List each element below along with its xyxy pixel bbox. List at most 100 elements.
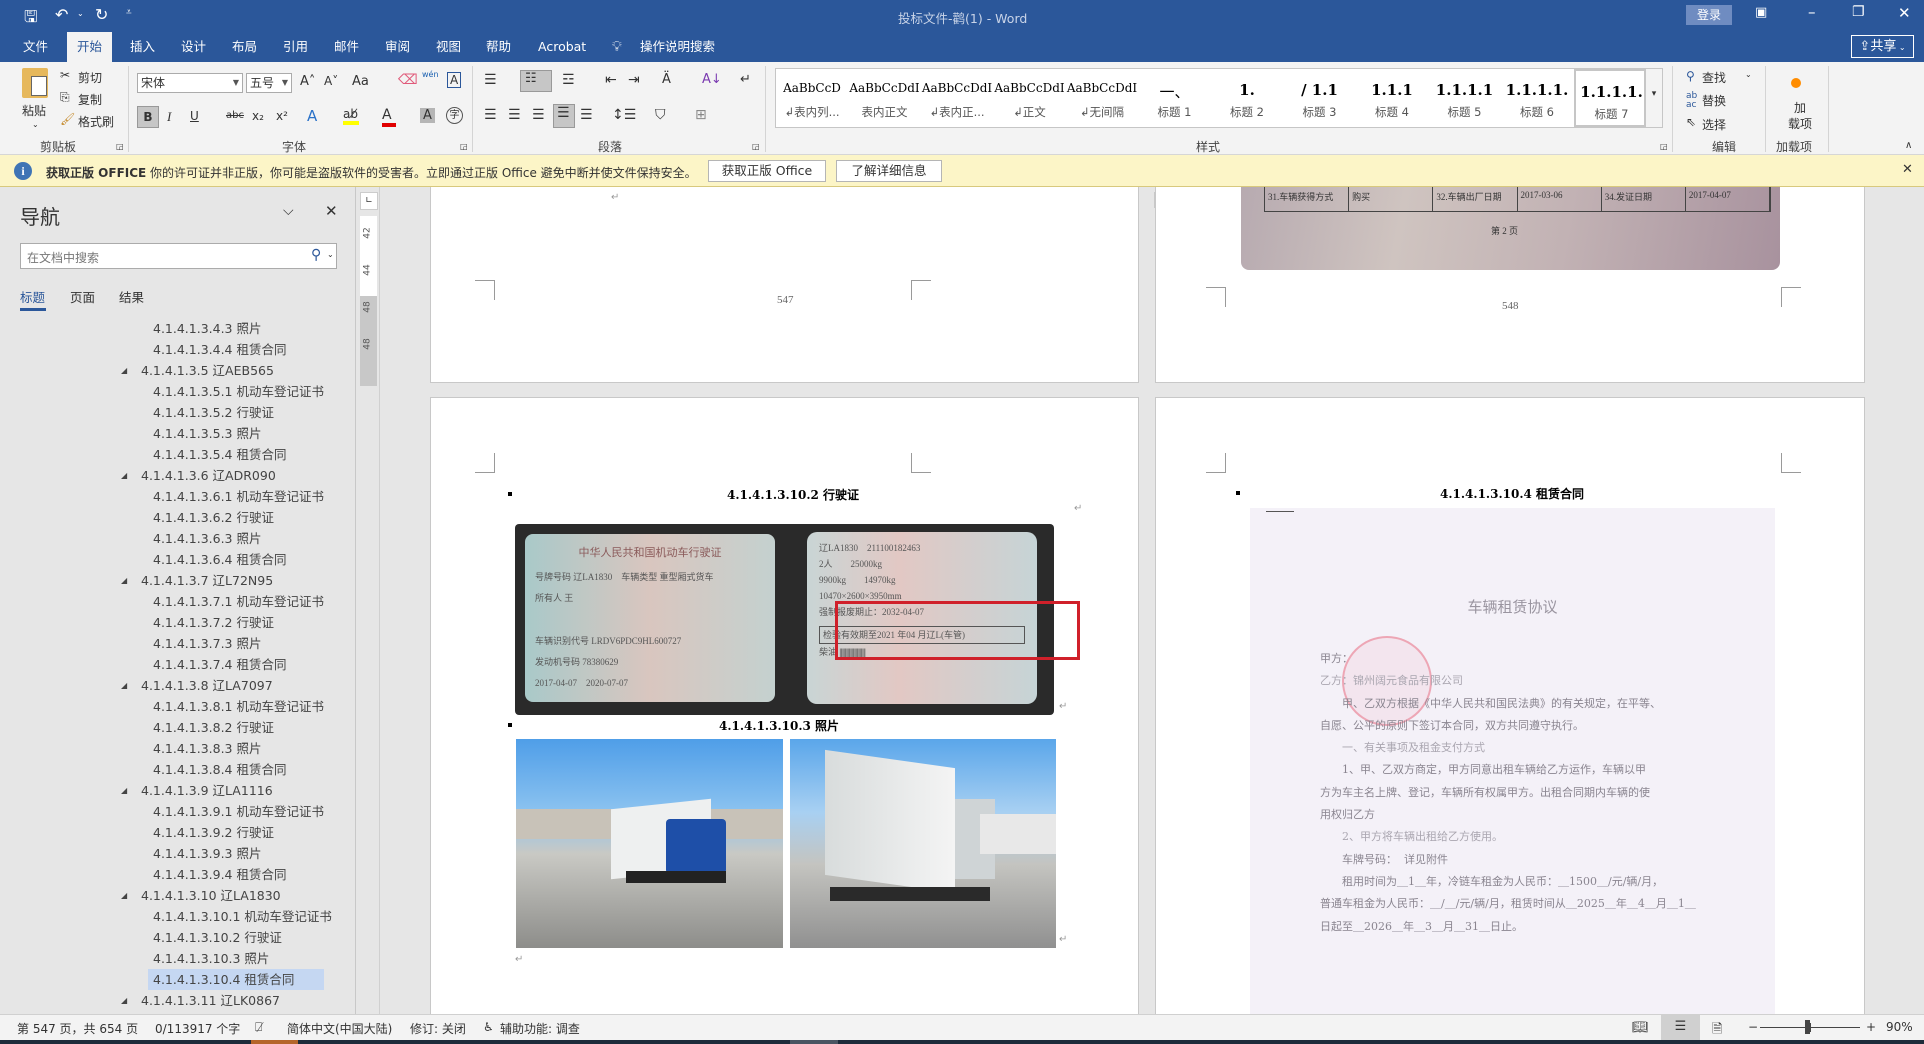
web-layout-icon[interactable]: 🗎︎ bbox=[1712, 1020, 1722, 1042]
collapse-triangle-icon[interactable]: ◢ bbox=[121, 576, 127, 585]
word-count[interactable]: 0/113917 个字 bbox=[155, 1020, 240, 1037]
style-6[interactable]: 一、 标题 1 bbox=[1139, 69, 1211, 127]
increase-indent-icon[interactable]: ⇥ bbox=[628, 72, 640, 88]
underline-button[interactable]: U bbox=[190, 109, 199, 123]
find-button[interactable]: 查找 bbox=[1702, 69, 1726, 86]
style-11[interactable]: 1.1.1.1. 标题 6 bbox=[1501, 69, 1573, 127]
font-name-combo[interactable]: 宋体 ▼ bbox=[137, 73, 243, 93]
clipboard-launcher-icon[interactable]: ◲ bbox=[116, 142, 124, 151]
style-8[interactable]: / 1.1 标题 3 bbox=[1284, 69, 1356, 127]
paste-icon[interactable] bbox=[22, 68, 48, 98]
zoom-level[interactable]: 90% bbox=[1886, 1020, 1913, 1034]
bullets-icon[interactable]: ☰ bbox=[484, 72, 497, 88]
collapse-triangle-icon[interactable]: ◢ bbox=[121, 681, 127, 690]
character-border-button[interactable]: A bbox=[447, 72, 462, 88]
chinese-layout-icon[interactable]: Ä bbox=[662, 72, 671, 87]
distributed-icon[interactable]: ☰ bbox=[580, 107, 593, 123]
borders-icon[interactable]: ⊞ bbox=[695, 107, 707, 123]
collapse-triangle-icon[interactable]: ◢ bbox=[121, 471, 127, 480]
decrease-indent-icon[interactable]: ⇤ bbox=[605, 72, 617, 88]
styles-launcher-icon[interactable]: ◲ bbox=[1660, 142, 1668, 151]
line-spacing-icon[interactable]: ↕☰ bbox=[612, 107, 636, 123]
track-changes-status[interactable]: 修订: 关闭 bbox=[410, 1020, 466, 1037]
sort-icon[interactable]: A↓ bbox=[702, 72, 722, 87]
font-launcher-icon[interactable]: ◲ bbox=[460, 142, 468, 151]
nav-heading-item[interactable]: 4.1.4.1.3.6 辽ADR090 bbox=[136, 465, 281, 486]
styles-more-button[interactable]: ▾ bbox=[1645, 68, 1663, 128]
nav-heading-item[interactable]: 4.1.4.1.3.5.3 照片 bbox=[148, 423, 266, 444]
align-right-icon[interactable]: ☰ bbox=[532, 107, 545, 123]
nav-heading-item[interactable]: 4.1.4.1.3.7.4 租赁合同 bbox=[148, 654, 291, 675]
enclose-characters-button[interactable]: 字 bbox=[446, 107, 463, 124]
shading-icon[interactable]: ⛉ bbox=[655, 107, 666, 123]
taskbar-app[interactable] bbox=[790, 1040, 838, 1044]
tab-help[interactable]: 帮助 bbox=[486, 32, 511, 62]
zoom-out-button[interactable]: − bbox=[1748, 1020, 1758, 1034]
nav-heading-item[interactable]: 4.1.4.1.3.4.3 照片 bbox=[148, 318, 266, 339]
nav-heading-item[interactable]: 4.1.4.1.3.9.4 租赁合同 bbox=[148, 864, 291, 885]
read-mode-icon[interactable]: 📖︎ bbox=[1632, 1020, 1649, 1035]
tab-references[interactable]: 引用 bbox=[283, 32, 308, 62]
tab-design[interactable]: 设计 bbox=[181, 32, 206, 62]
tab-insert[interactable]: 插入 bbox=[130, 32, 155, 62]
style-9[interactable]: 1.1.1 标题 4 bbox=[1356, 69, 1428, 127]
learn-more-button[interactable]: 了解详细信息 bbox=[836, 160, 942, 182]
undo-icon[interactable]: ↶ bbox=[55, 5, 68, 24]
tab-mailings[interactable]: 邮件 bbox=[334, 32, 359, 62]
nav-heading-item[interactable]: 4.1.4.1.3.10.4 租赁合同 bbox=[148, 969, 324, 990]
tab-layout[interactable]: 布局 bbox=[232, 32, 257, 62]
save-icon[interactable]: 🖫 bbox=[24, 6, 38, 33]
nav-heading-item[interactable]: 4.1.4.1.3.6.2 行驶证 bbox=[148, 507, 279, 528]
zoom-slider-thumb[interactable] bbox=[1805, 1020, 1810, 1034]
chevron-down-icon[interactable]: ⌄ bbox=[327, 250, 334, 259]
search-icon[interactable]: ⚲ bbox=[311, 247, 321, 263]
nav-heading-item[interactable]: 4.1.4.1.3.4.4 租赁合同 bbox=[148, 339, 291, 360]
nav-heading-item[interactable]: 4.1.4.1.3.10.3 照片 bbox=[148, 948, 274, 969]
nav-heading-item[interactable]: 4.1.4.1.3.6.1 机动车登记证书 bbox=[148, 486, 329, 507]
font-size-combo[interactable]: 五号 ▼ bbox=[246, 73, 292, 93]
style-10[interactable]: 1.1.1.1 标题 5 bbox=[1429, 69, 1501, 127]
restore-icon[interactable]: ❐ bbox=[1852, 4, 1865, 20]
nav-heading-item[interactable]: 4.1.4.1.3.7 辽L72N95 bbox=[136, 570, 278, 591]
grow-font-button[interactable]: A˄ bbox=[300, 74, 315, 89]
tab-view[interactable]: 视图 bbox=[436, 32, 461, 62]
chevron-down-icon[interactable]: ⌵ bbox=[283, 203, 294, 219]
tab-file[interactable]: 文件 bbox=[23, 32, 48, 62]
nav-heading-item[interactable]: 4.1.4.1.3.8.4 租赁合同 bbox=[148, 759, 291, 780]
undo-dropdown-icon[interactable]: ⌄ bbox=[77, 9, 84, 18]
page-count[interactable]: 第 547 页，共 654 页 bbox=[17, 1020, 138, 1037]
tab-results[interactable]: 结果 bbox=[119, 287, 144, 306]
style-5[interactable]: AaBbCcDdI ↲无间隔 bbox=[1066, 69, 1138, 127]
ribbon-display-options-icon[interactable]: ▣ bbox=[1755, 5, 1767, 20]
nav-heading-item[interactable]: 4.1.4.1.3.9.3 照片 bbox=[148, 843, 266, 864]
nav-heading-item[interactable]: 4.1.4.1.3.8.2 行驶证 bbox=[148, 717, 279, 738]
clear-formatting-icon[interactable]: ⌫ bbox=[398, 72, 418, 88]
replace-button[interactable]: 替换 bbox=[1702, 92, 1726, 109]
minimize-icon[interactable]: – bbox=[1808, 3, 1816, 21]
show-marks-icon[interactable]: ↵ bbox=[740, 72, 751, 87]
nav-heading-item[interactable]: 4.1.4.1.3.9.2 行驶证 bbox=[148, 822, 279, 843]
chevron-down-icon[interactable]: ⌄ bbox=[1745, 70, 1752, 79]
print-layout-icon[interactable]: ☰ bbox=[1661, 1015, 1700, 1040]
nav-heading-item[interactable]: 4.1.4.1.3.6.4 租赁合同 bbox=[148, 549, 291, 570]
customize-qat-icon[interactable]: ⩡ bbox=[126, 7, 132, 18]
numbering-icon[interactable]: ☷ bbox=[520, 70, 552, 92]
nav-heading-item[interactable]: 4.1.4.1.3.11 辽LK0867 bbox=[136, 990, 285, 1011]
superscript-button[interactable]: x² bbox=[276, 109, 288, 123]
nav-heading-item[interactable]: 4.1.4.1.3.8.1 机动车登记证书 bbox=[148, 696, 329, 717]
collapse-triangle-icon[interactable]: ◢ bbox=[121, 786, 127, 795]
phonetic-guide-button[interactable]: wén bbox=[422, 70, 439, 79]
font-color-icon[interactable]: A bbox=[382, 107, 396, 127]
zoom-slider[interactable] bbox=[1760, 1020, 1860, 1034]
nav-heading-item[interactable]: 4.1.4.1.3.9.1 机动车登记证书 bbox=[148, 801, 329, 822]
character-shading-button[interactable]: A bbox=[420, 108, 435, 123]
tab-review[interactable]: 审阅 bbox=[385, 32, 410, 62]
strikethrough-button[interactable]: abc bbox=[226, 110, 244, 121]
collapse-triangle-icon[interactable]: ◢ bbox=[121, 996, 127, 1005]
select-button[interactable]: 选择 bbox=[1702, 116, 1726, 133]
nav-heading-item[interactable]: 4.1.4.1.3.5.2 行驶证 bbox=[148, 402, 279, 423]
close-icon[interactable]: ✕ bbox=[1902, 162, 1913, 177]
search-document-input[interactable]: 在文档中搜索 ⚲ ⌄ bbox=[20, 243, 337, 269]
style-3[interactable]: AaBbCcDdI ↲表内正... bbox=[921, 69, 993, 127]
nav-heading-item[interactable]: 4.1.4.1.3.9 辽LA1116 bbox=[136, 780, 278, 801]
